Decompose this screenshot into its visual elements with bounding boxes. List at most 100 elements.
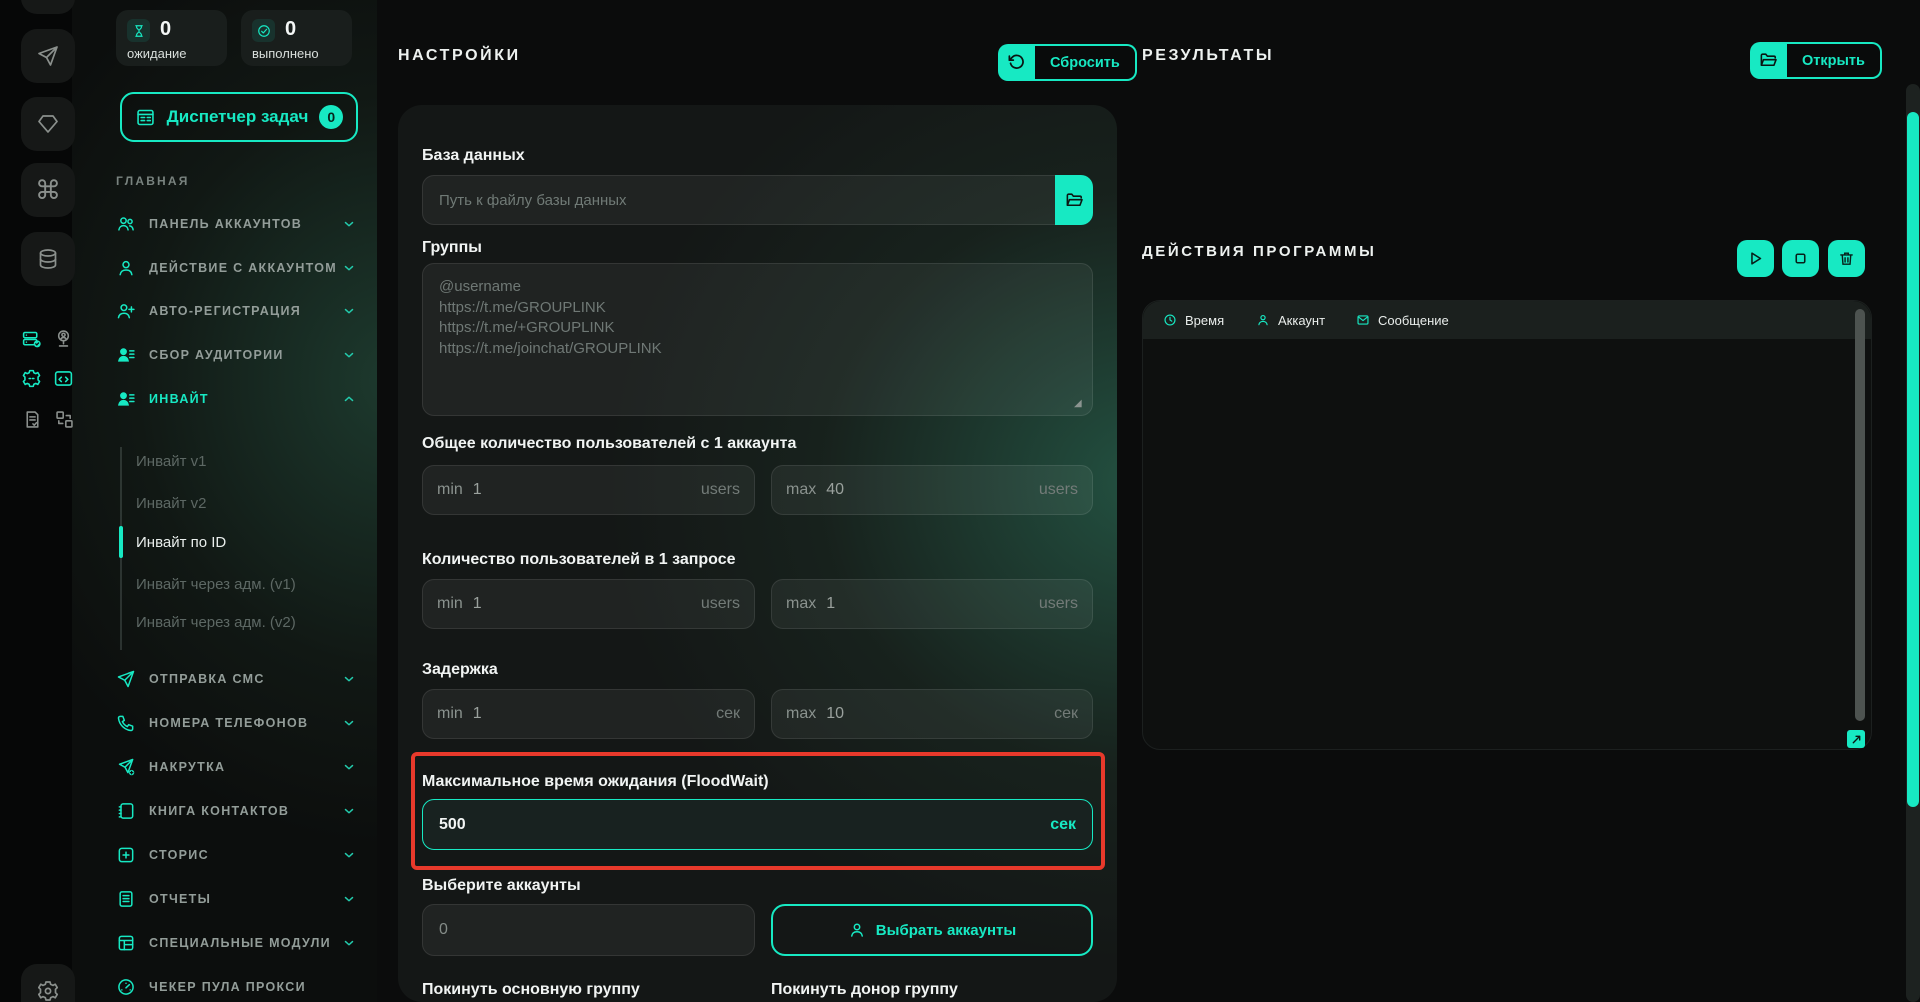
delay-max-input[interactable] (826, 705, 886, 723)
sidebar-item-proxy-pool-checker[interactable]: ЧЕКЕР ПУЛА ПРОКСИ (116, 970, 356, 1002)
total-users-label: Общее количество пользователей с 1 аккау… (422, 435, 796, 453)
database-path-input[interactable] (423, 192, 1055, 209)
users-per-request-max-field[interactable]: max users (771, 579, 1093, 629)
groups-textarea[interactable] (422, 263, 1093, 416)
clipboard-check-icon[interactable] (22, 409, 43, 430)
settings-rail-button[interactable] (21, 964, 75, 1002)
command-nav-button[interactable]: ⌘ (21, 163, 75, 217)
premium-nav-button[interactable] (21, 97, 75, 151)
send-nav-button[interactable] (21, 29, 75, 83)
accounts-count-field[interactable] (422, 904, 755, 956)
total-users-max-input[interactable] (826, 481, 886, 499)
total-users-min-input[interactable] (473, 481, 533, 499)
sidebar-item-special-modules[interactable]: СПЕЦИАЛЬНЫЕ МОДУЛИ (116, 926, 356, 960)
submenu-invite-v2[interactable]: Инвайт v2 (136, 490, 206, 516)
accounts-count-input[interactable] (439, 921, 738, 939)
delay-max-field[interactable]: max сек (771, 689, 1093, 739)
total-users-row: min users max users (422, 465, 1093, 515)
table-resize-grip[interactable] (1847, 730, 1865, 748)
resize-arrow-icon (1851, 734, 1862, 745)
sidebar-item-send-sms[interactable]: ОТПРАВКА СМС (116, 662, 356, 696)
delay-min-field[interactable]: min сек (422, 689, 755, 739)
task-manager-button[interactable]: Диспетчер задач 0 (120, 92, 358, 142)
chevron-down-icon (342, 936, 356, 950)
floodwait-input[interactable] (439, 816, 1050, 834)
paper-plane-icon (116, 669, 136, 689)
code-window-icon[interactable] (53, 368, 74, 389)
sidebar-item-contact-book[interactable]: КНИГА КОНТАКТОВ (116, 794, 356, 828)
floodwait-field[interactable]: сек (422, 799, 1093, 850)
users-per-request-min-input[interactable] (473, 595, 533, 613)
sidebar-item-invite[interactable]: ИНВАЙТ (116, 382, 356, 416)
leave-main-group-label: Покинуть основную группу (422, 981, 640, 999)
database-nav-button[interactable] (21, 232, 75, 286)
task-manager-label: Диспетчер задач (167, 107, 309, 127)
icon-rail: ⌘ (0, 0, 72, 1002)
sidebar-item-auto-registration[interactable]: АВТО-РЕГИСТРАЦИЯ (116, 294, 356, 328)
total-users-min-field[interactable]: min users (422, 465, 755, 515)
users-group-icon (116, 214, 136, 234)
sidebar-item-audience-collection[interactable]: СБОР АУДИТОРИИ (116, 338, 356, 372)
swap-modules-icon[interactable] (54, 409, 75, 430)
sidebar-item-accounts-panel[interactable]: ПАНЕЛЬ АККАУНТОВ (116, 207, 356, 241)
user-plus-icon (116, 301, 136, 321)
users-per-request-min-field[interactable]: min users (422, 579, 755, 629)
bot-settings-icon[interactable] (21, 368, 42, 389)
chevron-down-icon (342, 304, 356, 318)
submenu-invite-v1[interactable]: Инвайт v1 (136, 448, 206, 474)
sidebar-item-reports[interactable]: ОТЧЕТЫ (116, 882, 356, 916)
app-window: ⌘ (0, 0, 1920, 1002)
users-per-request-max-input[interactable] (826, 595, 886, 613)
server-check-icon[interactable] (21, 329, 42, 350)
user-icon (1256, 313, 1270, 327)
sidebar: 0 ожидание 0 выполнено Диспетчер задач 0… (72, 0, 377, 1002)
sidebar-item-boosting[interactable]: НАКРУТКА (116, 750, 356, 784)
done-count: 0 (285, 18, 296, 41)
accounts-label: Выберите аккаунты (422, 877, 581, 895)
submenu-invite-admin-v2[interactable]: Инвайт через адм. (v2) (136, 609, 296, 635)
chevron-down-icon (342, 848, 356, 862)
submenu-invite-admin-v1[interactable]: Инвайт через адм. (v1) (136, 571, 296, 597)
results-title: РЕЗУЛЬТАТЫ (1142, 47, 1274, 65)
floodwait-unit: сек (1050, 816, 1076, 834)
report-icon (116, 889, 136, 909)
clear-log-button[interactable] (1828, 240, 1865, 277)
sidebar-item-stories[interactable]: СТОРИС (116, 838, 356, 872)
database-icon (36, 247, 60, 271)
select-accounts-label: Выбрать аккаунты (876, 922, 1016, 939)
start-button[interactable] (1737, 240, 1774, 277)
users-per-request-label: Количество пользователей в 1 запросе (422, 551, 736, 569)
page-scrollbar-thumb[interactable] (1907, 112, 1919, 807)
chevron-down-icon (342, 804, 356, 818)
program-actions-table: Время Аккаунт Сообщение (1142, 300, 1872, 750)
table-scrollbar-thumb[interactable] (1855, 309, 1865, 721)
clock-icon (1163, 313, 1177, 327)
sidebar-item-account-action[interactable]: ДЕЙСТВИЕ С АККАУНТОМ (116, 251, 356, 285)
done-counter: 0 выполнено (241, 10, 352, 66)
reset-button[interactable]: Сбросить (998, 44, 1137, 81)
chevron-down-icon (342, 760, 356, 774)
browse-database-button[interactable] (1055, 175, 1093, 225)
open-button[interactable]: Открыть (1750, 42, 1882, 79)
hourglass-icon (127, 19, 150, 42)
database-path-field[interactable] (422, 175, 1055, 225)
command-icon: ⌘ (35, 177, 61, 203)
modules-grid-icon (116, 933, 136, 953)
paper-plane-plus-icon (116, 757, 136, 777)
delay-min-input[interactable] (473, 705, 533, 723)
task-manager-badge: 0 (319, 105, 343, 129)
paper-plane-icon (36, 44, 60, 68)
submenu-invite-by-id[interactable]: Инвайт по ID (136, 529, 226, 555)
account-camera-icon[interactable] (53, 328, 74, 349)
gear-icon (36, 979, 60, 1002)
user-list-icon (116, 345, 136, 365)
select-accounts-button[interactable]: Выбрать аккаунты (771, 904, 1093, 956)
rail-button-partial[interactable] (21, 0, 75, 14)
delay-label: Задержка (422, 661, 498, 679)
total-users-max-field[interactable]: max users (771, 465, 1093, 515)
sidebar-item-phone-numbers[interactable]: НОМЕРА ТЕЛЕФОНОВ (116, 706, 356, 740)
stop-button[interactable] (1782, 240, 1819, 277)
users-per-request-row: min users max users (422, 579, 1093, 629)
pending-label: ожидание (127, 46, 187, 61)
chevron-up-icon (342, 392, 356, 406)
